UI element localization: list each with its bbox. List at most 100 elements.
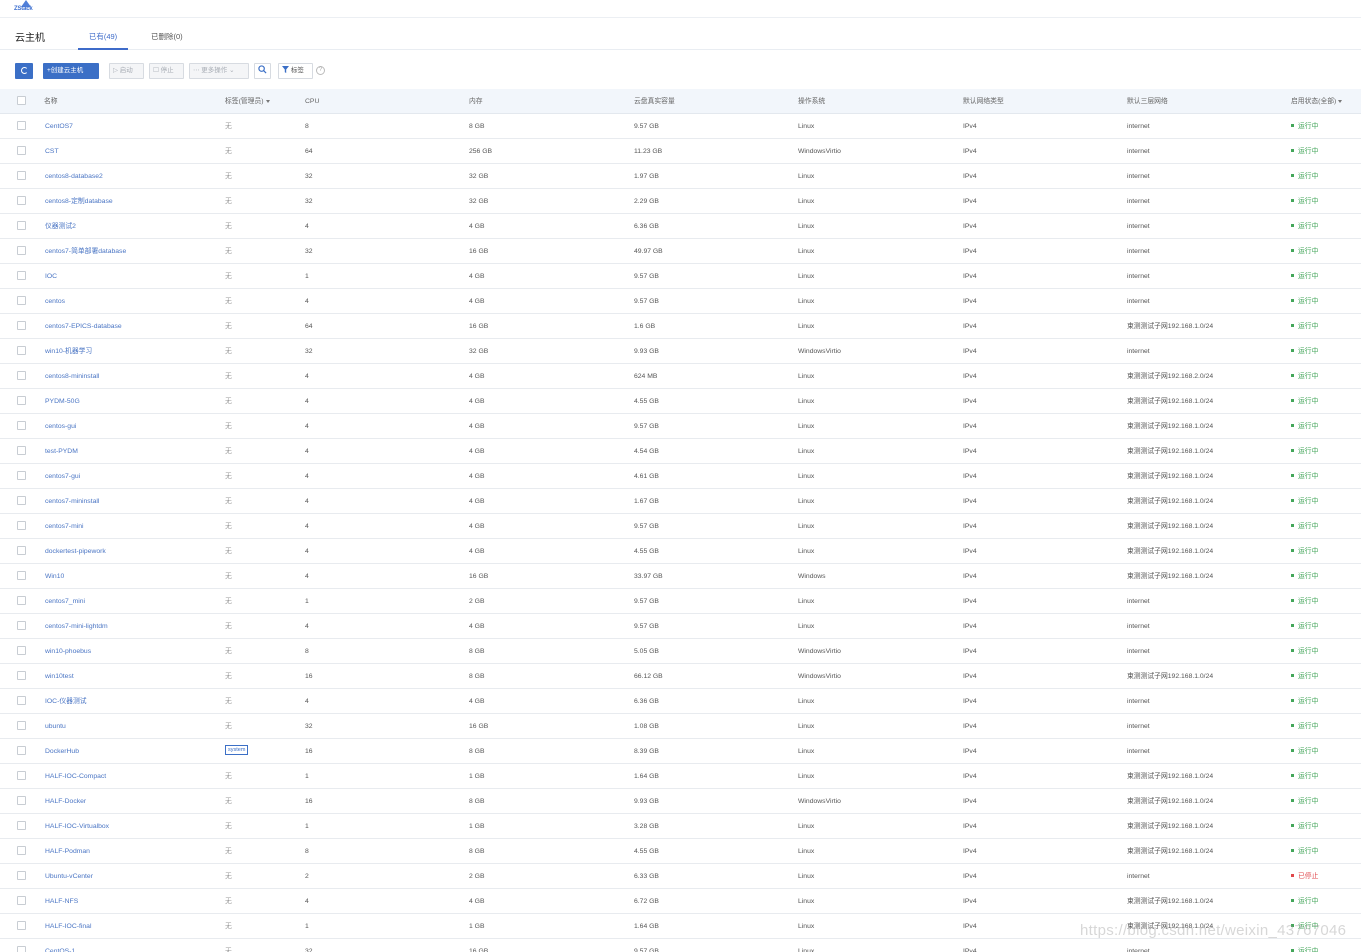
vm-name-link[interactable]: PYDM-50G	[45, 389, 215, 414]
table-row[interactable]: IOC 无 1 4 GB 9.57 GB Linux IPv4 internet 运行中	[0, 264, 1361, 289]
row-checkbox[interactable]	[17, 464, 27, 489]
row-checkbox[interactable]	[17, 489, 27, 514]
column-header-tag[interactable]: 标签(管理员)	[225, 89, 295, 114]
row-checkbox[interactable]	[17, 389, 27, 414]
table-row[interactable]: centos7_mini 无 1 2 GB 9.57 GB Linux IPv4 intern…	[0, 589, 1361, 614]
refresh-button[interactable]	[15, 63, 33, 79]
row-checkbox[interactable]	[17, 514, 27, 539]
vm-name-link[interactable]: centos7_mini	[45, 589, 215, 614]
table-row[interactable]: CentOS7 无 8 8 GB 9.57 GB Linux IPv4 internet 运行中	[0, 114, 1361, 139]
vm-name-link[interactable]: centos8-定制database	[45, 189, 215, 214]
help-icon[interactable]: ?	[316, 66, 325, 75]
table-row[interactable]: win10-机器学习 无 32 32 GB 9.93 GB WindowsVirtio IP…	[0, 339, 1361, 364]
row-checkbox[interactable]	[17, 739, 27, 764]
vm-name-link[interactable]: centos7-mini-lightdm	[45, 614, 215, 639]
row-checkbox[interactable]	[17, 639, 27, 664]
row-checkbox[interactable]	[17, 314, 27, 339]
table-row[interactable]: Win10 无 4 16 GB 33.97 GB Windows IPv4 束测测试子网192…	[0, 564, 1361, 589]
table-row[interactable]: centos7-简单部署database 无 32 16 GB 49.97 GB Linu…	[0, 239, 1361, 264]
table-row[interactable]: centos7-mini 无 4 4 GB 9.57 GB Linux IPv4 束测测试子网…	[0, 514, 1361, 539]
row-checkbox[interactable]	[17, 664, 27, 689]
row-checkbox[interactable]	[17, 864, 27, 889]
vm-name-link[interactable]: centos-gui	[45, 414, 215, 439]
table-row[interactable]: centos7-mini-lightdm 无 4 4 GB 9.57 GB Linux IP…	[0, 614, 1361, 639]
row-checkbox[interactable]	[17, 689, 27, 714]
vm-name-link[interactable]: HALF-Docker	[45, 789, 215, 814]
column-header-cpu[interactable]: CPU	[305, 89, 455, 114]
vm-name-link[interactable]: Ubuntu-vCenter	[45, 864, 215, 889]
column-header-disk[interactable]: 云盘真实容量	[634, 89, 784, 114]
vm-name-link[interactable]: Win10	[45, 564, 215, 589]
vm-name-link[interactable]: DockerHub	[45, 739, 215, 764]
column-header-net-type[interactable]: 默认网络类型	[963, 89, 1113, 114]
table-row[interactable]: dockertest-pipework 无 4 4 GB 4.55 GB Linux IPv…	[0, 539, 1361, 564]
row-checkbox[interactable]	[17, 114, 27, 139]
row-checkbox[interactable]	[17, 714, 27, 739]
stop-button[interactable]: ☐ 停止	[149, 63, 184, 79]
column-header-memory[interactable]: 内存	[469, 89, 619, 114]
vm-name-link[interactable]: centos7-mininstall	[45, 489, 215, 514]
vm-name-link[interactable]: HALF-NFS	[45, 889, 215, 914]
row-checkbox[interactable]	[17, 214, 27, 239]
table-row[interactable]: centos8-database2 无 32 32 GB 1.97 GB Linux IPv…	[0, 164, 1361, 189]
vm-name-link[interactable]: test-PYDM	[45, 439, 215, 464]
table-row[interactable]: win10-phoebus 无 8 8 GB 5.05 GB WindowsVirtio I…	[0, 639, 1361, 664]
tab-deleted[interactable]: 已删除(0)	[151, 31, 183, 48]
table-row[interactable]: CentOS-1 无 32 16 GB 9.57 GB Linux IPv4 internet…	[0, 939, 1361, 952]
start-button[interactable]: ▷ 启动	[109, 63, 144, 79]
table-row[interactable]: centos8-mininstall 无 4 4 GB 624 MB Linux IPv4 束…	[0, 364, 1361, 389]
row-checkbox[interactable]	[17, 239, 27, 264]
vm-name-link[interactable]: win10-phoebus	[45, 639, 215, 664]
table-row[interactable]: PYDM-50G 无 4 4 GB 4.55 GB Linux IPv4 束测测试子网192.…	[0, 389, 1361, 414]
column-header-l3-network[interactable]: 默认三层网络	[1127, 89, 1277, 114]
vm-name-link[interactable]: dockertest-pipework	[45, 539, 215, 564]
row-checkbox[interactable]	[17, 364, 27, 389]
row-checkbox[interactable]	[17, 589, 27, 614]
row-checkbox[interactable]	[17, 914, 27, 939]
table-row[interactable]: HALF-Docker 无 16 8 GB 9.93 GB WindowsVirtio IP…	[0, 789, 1361, 814]
table-row[interactable]: HALF-Podman 无 8 8 GB 4.55 GB Linux IPv4 束测测试子网1…	[0, 839, 1361, 864]
vm-name-link[interactable]: IOC-仪器测试	[45, 689, 215, 714]
zstack-logo[interactable]: ZStack	[14, 0, 38, 16]
table-row[interactable]: HALF-IOC-Virtualbox 无 1 1 GB 3.28 GB Linux IPv…	[0, 814, 1361, 839]
row-checkbox[interactable]	[17, 414, 27, 439]
tab-existing[interactable]: 已有(49)	[78, 31, 128, 50]
table-row[interactable]: HALF-IOC-Compact 无 1 1 GB 1.64 GB Linux IPv4 束测…	[0, 764, 1361, 789]
row-checkbox[interactable]	[17, 814, 27, 839]
row-checkbox[interactable]	[17, 164, 27, 189]
more-actions-button[interactable]: ⋯ 更多操作 ⌄	[189, 63, 249, 79]
vm-name-link[interactable]: centos7-EPICS-database	[45, 314, 215, 339]
column-header-name[interactable]: 名称	[44, 89, 214, 114]
row-checkbox[interactable]	[17, 764, 27, 789]
column-header-os[interactable]: 操作系统	[798, 89, 948, 114]
vm-name-link[interactable]: ubuntu	[45, 714, 215, 739]
table-row[interactable]: Ubuntu-vCenter 无 2 2 GB 6.33 GB Linux IPv4 inte…	[0, 864, 1361, 889]
create-vm-button[interactable]: +创建云主机	[43, 63, 99, 79]
vm-name-link[interactable]: win10test	[45, 664, 215, 689]
column-header-state[interactable]: 启用状态(全部)	[1291, 89, 1359, 114]
vm-name-link[interactable]: centos7-gui	[45, 464, 215, 489]
table-row[interactable]: centos7-EPICS-database 无 64 16 GB 1.6 GB Linu…	[0, 314, 1361, 339]
vm-name-link[interactable]: HALF-IOC-Virtualbox	[45, 814, 215, 839]
vm-name-link[interactable]: centos7-mini	[45, 514, 215, 539]
vm-name-link[interactable]: CST	[45, 139, 215, 164]
search-button[interactable]	[254, 63, 271, 79]
vm-name-link[interactable]: centos	[45, 289, 215, 314]
table-row[interactable]: centos7-gui 无 4 4 GB 4.61 GB Linux IPv4 束测测试子网1…	[0, 464, 1361, 489]
row-checkbox[interactable]	[17, 564, 27, 589]
row-checkbox[interactable]	[17, 939, 27, 952]
table-row[interactable]: DockerHub system 16 8 GB 8.39 GB Linux IPv4 int…	[0, 739, 1361, 764]
tag-filter-button[interactable]: 标签	[278, 63, 313, 79]
row-checkbox[interactable]	[17, 539, 27, 564]
table-row[interactable]: win10test 无 16 8 GB 66.12 GB WindowsVirtio IPv…	[0, 664, 1361, 689]
row-checkbox[interactable]	[17, 189, 27, 214]
vm-name-link[interactable]: centos7-简单部署database	[45, 239, 215, 264]
row-checkbox[interactable]	[17, 839, 27, 864]
row-checkbox[interactable]	[17, 889, 27, 914]
vm-tag[interactable]: system	[225, 739, 295, 764]
vm-name-link[interactable]: win10-机器学习	[45, 339, 215, 364]
tag-chip[interactable]: system	[225, 745, 249, 756]
table-row[interactable]: 仪器测试2 无 4 4 GB 6.36 GB Linux IPv4 internet 运行中	[0, 214, 1361, 239]
row-checkbox[interactable]	[17, 264, 27, 289]
table-row[interactable]: centos-gui 无 4 4 GB 9.57 GB Linux IPv4 束测测试子网19…	[0, 414, 1361, 439]
